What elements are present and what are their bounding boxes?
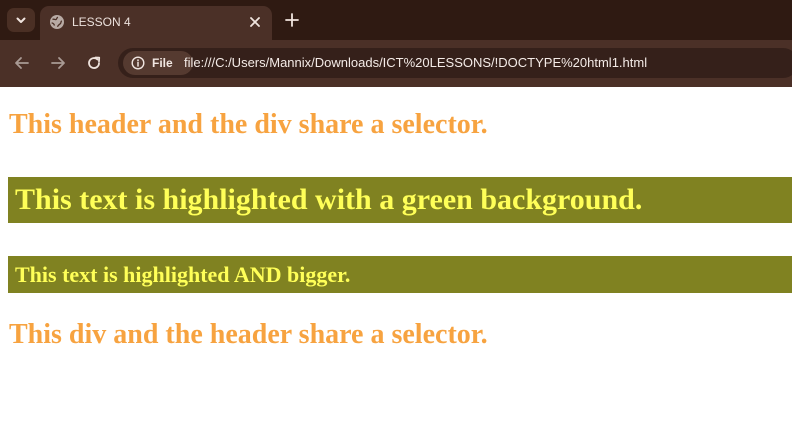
site-info-label: File — [152, 56, 173, 70]
arrow-right-icon[interactable] — [49, 54, 67, 72]
address-bar[interactable]: File file:///C:/Users/Mannix/Downloads/I… — [118, 48, 792, 78]
chevron-down-icon — [16, 17, 26, 23]
shared-selector-div: This div and the header share a selector… — [9, 319, 488, 350]
browser-tab[interactable]: LESSON 4 — [40, 6, 272, 40]
highlight-text: This text is highlighted with a green ba… — [15, 183, 643, 216]
tab-search-button[interactable] — [7, 8, 35, 32]
tab-title: LESSON 4 — [72, 15, 131, 29]
browser-toolbar: File file:///C:/Users/Mannix/Downloads/I… — [0, 40, 792, 87]
highlight-block: This text is highlighted with a green ba… — [8, 177, 792, 223]
highlight-bigger-text: This text is highlighted AND bigger. — [15, 262, 351, 287]
page-content: This header and the div share a selector… — [0, 87, 792, 425]
plus-icon[interactable] — [284, 12, 300, 28]
globe-icon — [50, 15, 64, 29]
url-text[interactable]: file:///C:/Users/Mannix/Downloads/ICT%20… — [184, 55, 647, 71]
site-info-chip[interactable]: File — [123, 51, 193, 75]
reload-icon[interactable] — [85, 54, 103, 72]
tab-strip: LESSON 4 — [0, 0, 792, 40]
shared-selector-header: This header and the div share a selector… — [9, 109, 488, 140]
highlight-bigger-block: This text is highlighted AND bigger. — [8, 256, 792, 293]
arrow-left-icon[interactable] — [13, 54, 31, 72]
info-icon — [131, 56, 145, 70]
close-icon[interactable] — [248, 15, 262, 29]
